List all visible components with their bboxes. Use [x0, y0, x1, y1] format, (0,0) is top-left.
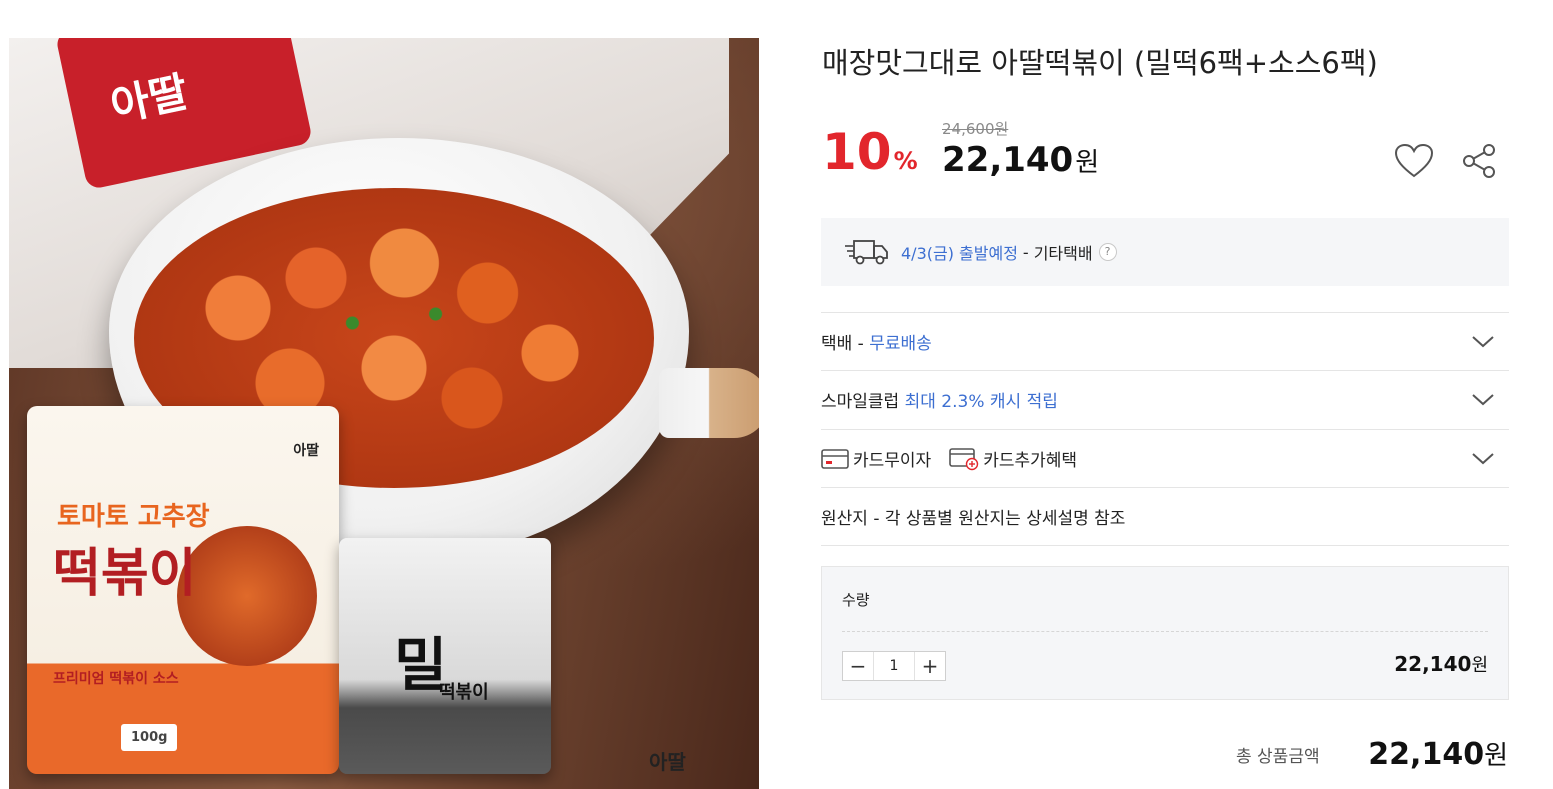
product-image[interactable]: 아딸 아딸 토마토 고추장 떡볶이 프리미엄 떡볶이 소스 100g 밀 떡볶이…	[9, 38, 759, 789]
sale-price-unit: 원	[1075, 148, 1100, 178]
wheat-package-small-text: 떡볶이	[439, 682, 489, 703]
card-benefit-row[interactable]: 카드무이자 카드추가혜택	[821, 429, 1509, 487]
total-label: 총 상품금액	[1236, 747, 1320, 767]
truck-icon	[845, 240, 888, 265]
origin-text: 원산지 - 각 상품별 원산지는 상세설명 참조	[821, 509, 1126, 529]
discount-rate: 10%	[822, 122, 918, 182]
chevron-down-icon[interactable]	[1471, 389, 1495, 409]
card-no-interest[interactable]: 카드무이자	[821, 446, 931, 471]
original-price: 24,600원	[942, 120, 1009, 138]
decrease-button[interactable]: −	[843, 652, 873, 680]
delivery-method: 기타택배	[1033, 244, 1093, 263]
sauce-package-brand: 아딸	[293, 443, 319, 459]
wheat-package: 밀 떡볶이	[339, 538, 551, 774]
smileclub-value: 최대 2.3% 캐시 적립	[904, 392, 1058, 412]
share-button[interactable]	[1457, 140, 1501, 182]
origin-row: 원산지 - 각 상품별 원산지는 상세설명 참조	[821, 487, 1509, 545]
divider	[821, 545, 1509, 546]
delivery-info: 4/3(금) 출발예정 - 기타택배 ?	[821, 218, 1509, 286]
chevron-down-icon[interactable]	[1471, 448, 1495, 468]
delivery-separator: -	[1022, 242, 1029, 262]
shipping-label: 택배 -	[821, 334, 864, 354]
quantity-price-number: 22,140	[1394, 652, 1472, 676]
quantity-divider	[842, 631, 1488, 632]
question-icon[interactable]: ?	[1098, 243, 1117, 261]
card-plus-icon	[949, 447, 979, 470]
quantity-label: 수량	[842, 591, 870, 609]
total-price-number: 22,140	[1368, 737, 1485, 772]
smileclub-row[interactable]: 스마일클럽 최대 2.3% 캐시 적립	[821, 370, 1509, 428]
sauce-package-food-photo	[177, 526, 317, 666]
card-no-interest-label: 카드무이자	[853, 451, 932, 471]
bowl-handle	[659, 368, 759, 438]
sale-price: 22,140원	[942, 140, 1099, 180]
shipping-value: 무료배송	[869, 334, 932, 354]
sale-price-number: 22,140	[942, 140, 1074, 180]
smileclub-label: 스마일클럽	[821, 392, 900, 412]
card-icon	[821, 448, 849, 469]
share-icon	[1463, 144, 1495, 178]
shipping-row[interactable]: 택배 - 무료배송	[821, 312, 1509, 370]
card-extra-benefit[interactable]: 카드추가혜택	[949, 446, 1077, 471]
total-price: 22,140원	[1368, 735, 1508, 772]
discount-unit: %	[893, 147, 918, 175]
quantity-box: 수량 − 1 + 22,140원	[821, 566, 1509, 700]
brand-logo: 아딸	[649, 750, 686, 774]
chevron-down-icon[interactable]	[1471, 331, 1495, 351]
quantity-price: 22,140원	[1394, 651, 1488, 677]
card-extra-benefit-label: 카드추가혜택	[983, 451, 1078, 471]
quantity-stepper[interactable]: − 1 +	[842, 651, 946, 681]
sauce-package-weight: 100g	[121, 724, 178, 751]
product-title: 매장맛그대로 아딸떡볶이 (밀떡6팩+소스6팩)	[822, 46, 1378, 80]
sauce-package: 아딸 토마토 고추장 떡볶이 프리미엄 떡볶이 소스 100g	[27, 406, 339, 774]
heart-icon	[1394, 143, 1434, 178]
red-package-logo: 아딸	[106, 66, 193, 131]
quantity-input[interactable]: 1	[873, 652, 915, 680]
delivery-date: 4/3(금) 출발예정	[901, 244, 1018, 263]
wishlist-button[interactable]	[1392, 140, 1436, 182]
sauce-package-line1: 토마토 고추장	[57, 502, 210, 532]
discount-number: 10	[822, 123, 892, 181]
total-price-unit: 원	[1484, 741, 1508, 771]
quantity-price-unit: 원	[1471, 655, 1488, 676]
sauce-package-line2: 떡볶이	[53, 544, 197, 604]
increase-button[interactable]: +	[915, 652, 945, 680]
sauce-package-line3: 프리미엄 떡볶이 소스	[53, 671, 179, 687]
